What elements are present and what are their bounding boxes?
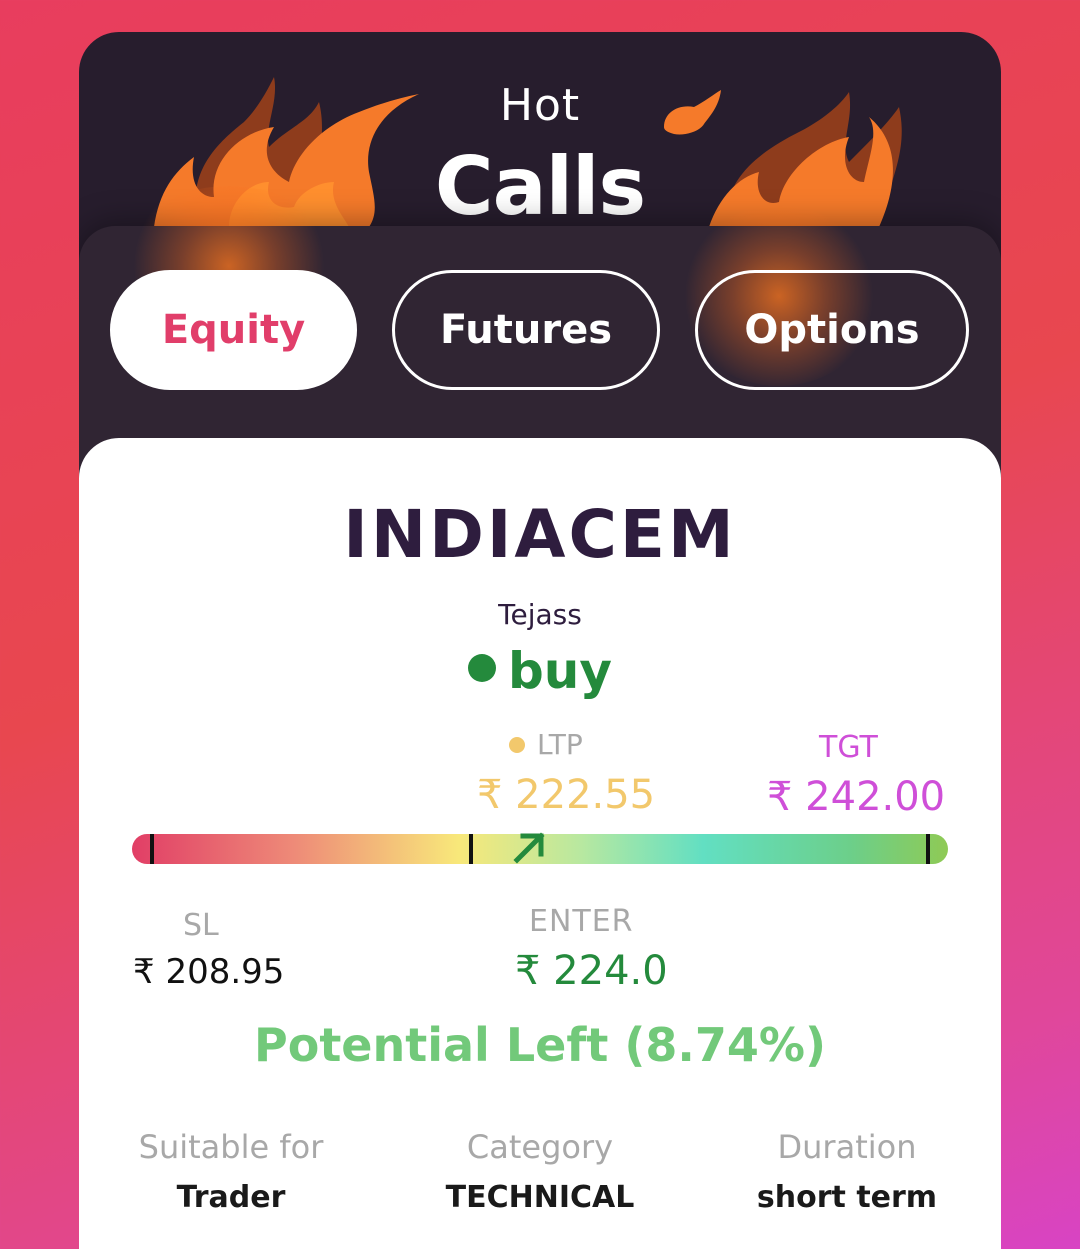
price-range-bar	[132, 832, 948, 864]
action-indicator: buy	[79, 642, 1001, 700]
meta-value: Trader	[176, 1180, 286, 1215]
arrow-up-right-icon	[513, 832, 545, 864]
meta-label: Category	[466, 1128, 614, 1166]
sl-label: SL	[183, 908, 219, 943]
sl-tick	[150, 834, 154, 864]
header-title-calls: Calls	[434, 140, 646, 233]
stock-symbol: INDIACEM	[343, 496, 737, 573]
ltp-dot-icon	[509, 736, 525, 753]
action-label: buy	[508, 642, 612, 700]
call-detail-card: INDIACEM Tejass buy LTP ₹ 222.55 TGT ₹ 2…	[79, 438, 1001, 1249]
tgt-tick	[926, 834, 930, 864]
meta-category: Category TECHNICAL	[390, 1128, 690, 1215]
meta-suitable-for: Suitable for Trader	[81, 1128, 381, 1215]
enter-label: ENTER	[529, 904, 634, 939]
tab-options-label: Options	[744, 307, 920, 353]
ltp-header: LTP	[509, 728, 583, 761]
ltp-label: LTP	[537, 728, 583, 761]
tab-options[interactable]: Options	[695, 270, 969, 390]
enter-value: ₹ 224.0	[515, 948, 668, 994]
tab-equity-label: Equity	[161, 307, 306, 353]
tab-futures[interactable]: Futures	[392, 270, 660, 390]
meta-value: TECHNICAL	[445, 1180, 635, 1215]
tab-equity[interactable]: Equity	[110, 270, 357, 390]
buy-dot-icon	[468, 654, 496, 682]
tgt-label: TGT	[819, 730, 878, 765]
meta-duration: Duration short term	[697, 1128, 997, 1215]
tgt-value: ₹ 242.00	[767, 774, 946, 820]
meta-label: Suitable for	[138, 1128, 324, 1166]
tab-futures-label: Futures	[439, 307, 613, 353]
analyst-name: Tejass	[498, 598, 582, 631]
meta-label: Duration	[777, 1128, 917, 1166]
header-title-hot: Hot	[499, 80, 581, 131]
enter-tick	[469, 834, 474, 864]
hot-calls-card: Hot Calls Equity Futures Options INDIACE…	[79, 32, 1001, 1249]
meta-value: short term	[756, 1180, 938, 1215]
sl-value: ₹ 208.95	[133, 952, 285, 992]
ltp-value: ₹ 222.55	[477, 772, 656, 818]
potential-left: Potential Left (8.74%)	[254, 1018, 826, 1072]
